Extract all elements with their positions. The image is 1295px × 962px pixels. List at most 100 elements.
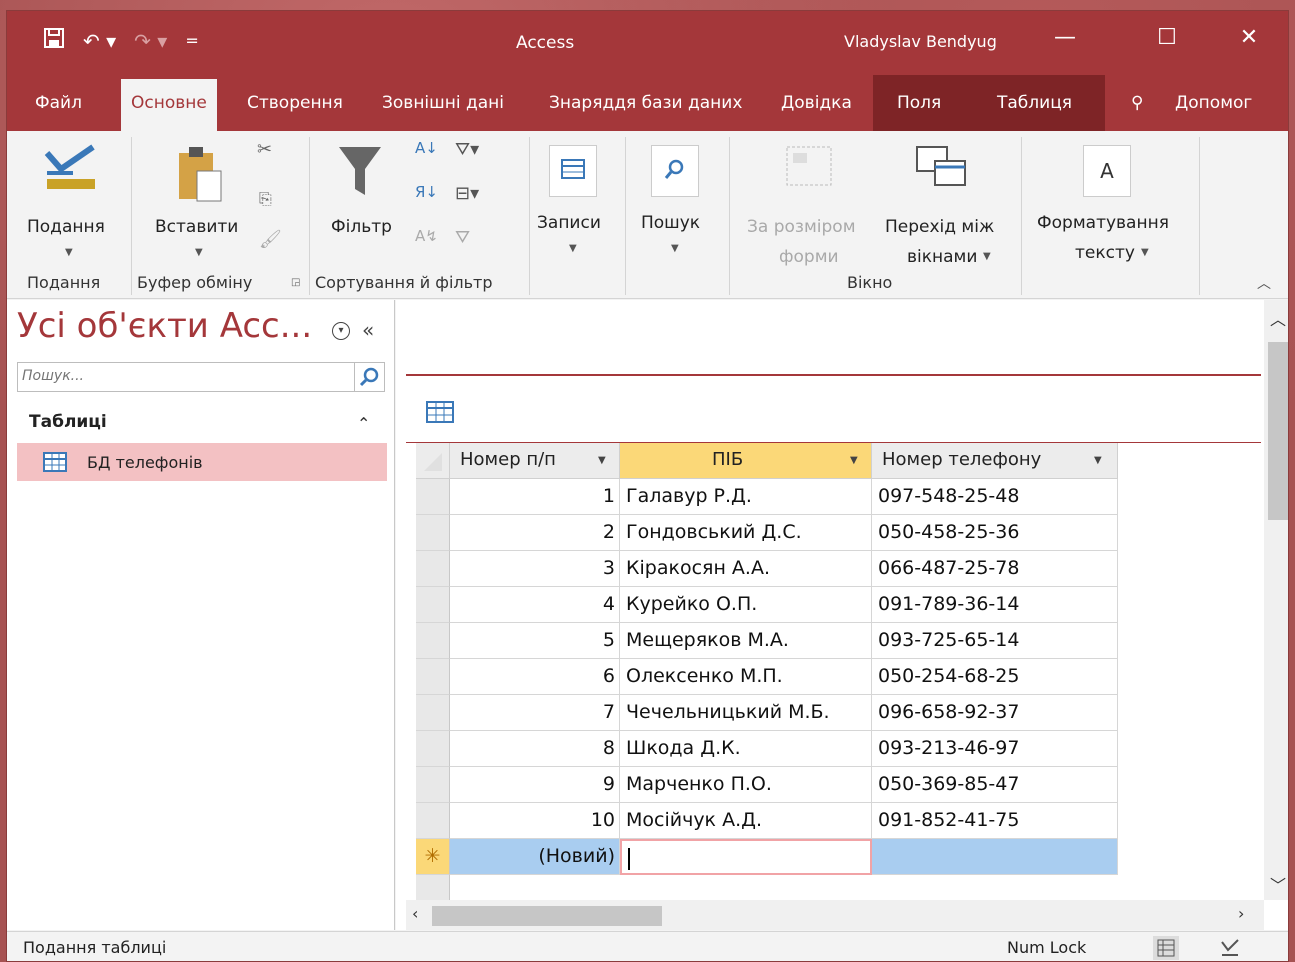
- tell-me-search-icon[interactable]: ⚲: [1131, 93, 1143, 113]
- cell-phone[interactable]: 093-213-46-97: [872, 731, 1118, 767]
- cell-phone[interactable]: 091-789-36-14: [872, 587, 1118, 623]
- column-header-name[interactable]: ПІБ ▼: [620, 443, 872, 479]
- tell-me-box[interactable]: Допомог: [1175, 93, 1252, 113]
- tab-home[interactable]: Основне: [121, 79, 217, 131]
- column-filter-dropdown-icon[interactable]: ▼: [850, 455, 858, 466]
- nav-pane-title[interactable]: Усі об'єкти Acc...: [17, 306, 312, 346]
- row-selector[interactable]: [416, 479, 450, 515]
- cell-id[interactable]: 10: [450, 803, 620, 839]
- cell-id[interactable]: 7: [450, 695, 620, 731]
- row-selector[interactable]: [416, 551, 450, 587]
- tab-create[interactable]: Створення: [247, 93, 343, 113]
- cell-phone[interactable]: 050-254-68-25: [872, 659, 1118, 695]
- cell-name[interactable]: Галавур Р.Д.: [620, 479, 872, 515]
- tab-table[interactable]: Таблиця: [997, 93, 1072, 113]
- row-selector[interactable]: [416, 767, 450, 803]
- cell-id-new[interactable]: (Новий): [450, 839, 620, 875]
- advanced-filter-icon[interactable]: ⊟▾: [455, 183, 479, 204]
- cell-phone[interactable]: 066-487-25-78: [872, 551, 1118, 587]
- row-selector[interactable]: [416, 803, 450, 839]
- copy-icon[interactable]: ⎘: [259, 189, 272, 209]
- cell-id[interactable]: 4: [450, 587, 620, 623]
- cell-id[interactable]: 5: [450, 623, 620, 659]
- clipboard-launcher-icon[interactable]: ◲: [291, 277, 300, 288]
- cell-name[interactable]: Мещеряков М.А.: [620, 623, 872, 659]
- cell-phone[interactable]: 050-458-25-36: [872, 515, 1118, 551]
- cell-name[interactable]: Шкода Д.К.: [620, 731, 872, 767]
- cell-id[interactable]: 2: [450, 515, 620, 551]
- row-selector[interactable]: [416, 731, 450, 767]
- cell-phone-new[interactable]: [872, 839, 1118, 875]
- cell-name[interactable]: Мосійчук А.Д.: [620, 803, 872, 839]
- cell-phone[interactable]: 050-369-85-47: [872, 767, 1118, 803]
- document-tab-divider: [406, 374, 1261, 376]
- scroll-right-icon[interactable]: ›: [1238, 904, 1244, 923]
- selection-filter-icon[interactable]: ⛛▾: [455, 139, 479, 160]
- sort-ascending-icon[interactable]: A↓: [415, 139, 438, 157]
- remove-sort-icon[interactable]: A↯: [415, 227, 438, 245]
- cell-id[interactable]: 3: [450, 551, 620, 587]
- undo-icon[interactable]: ↶ ▾: [83, 29, 116, 53]
- nav-item-phone-db[interactable]: БД телефонів: [17, 443, 387, 481]
- horizontal-scrollbar[interactable]: ‹: [406, 900, 1264, 930]
- scroll-down-icon[interactable]: ﹀: [1270, 872, 1286, 896]
- nav-group-tables[interactable]: Таблиці: [29, 412, 107, 432]
- shutter-bar-icon[interactable]: «: [362, 318, 374, 342]
- minimize-button[interactable]: —: [1045, 25, 1085, 50]
- tab-help[interactable]: Довідка: [781, 93, 852, 113]
- cell-id[interactable]: 9: [450, 767, 620, 803]
- tab-fields[interactable]: Поля: [897, 93, 941, 113]
- cell-phone[interactable]: 096-658-92-37: [872, 695, 1118, 731]
- close-button[interactable]: ✕: [1229, 25, 1269, 50]
- collapse-ribbon-icon[interactable]: ︿: [1257, 273, 1271, 293]
- row-selector[interactable]: [416, 515, 450, 551]
- cell-name[interactable]: Кіракосян А.А.: [620, 551, 872, 587]
- save-icon[interactable]: [43, 27, 65, 54]
- scroll-up-icon[interactable]: ︿: [1270, 306, 1286, 330]
- cell-name[interactable]: Гондовський Д.С.: [620, 515, 872, 551]
- nav-search-input[interactable]: [22, 368, 352, 384]
- column-header-id[interactable]: Номер п/п ▼: [450, 443, 620, 479]
- format-painter-icon[interactable]: 🖌: [259, 229, 282, 250]
- tab-file[interactable]: Файл: [35, 93, 82, 113]
- cell-id[interactable]: 6: [450, 659, 620, 695]
- group-views-label: Подання: [27, 273, 101, 292]
- maximize-button[interactable]: ☐: [1147, 25, 1187, 50]
- scroll-left-icon[interactable]: ‹: [412, 904, 418, 923]
- sort-descending-icon[interactable]: Я↓: [415, 183, 438, 201]
- vertical-scrollbar[interactable]: ︿ ﹀: [1264, 300, 1288, 900]
- cell-name[interactable]: Олексенко М.П.: [620, 659, 872, 695]
- chevron-up-icon[interactable]: ⌃: [357, 414, 370, 433]
- cut-icon[interactable]: ✂: [257, 139, 272, 160]
- cell-name[interactable]: Курейко О.П.: [620, 587, 872, 623]
- column-header-phone[interactable]: Номер телефону ▼: [872, 443, 1118, 479]
- redo-icon[interactable]: ↷ ▾: [134, 29, 167, 53]
- design-view-button[interactable]: [1217, 936, 1243, 960]
- select-all-corner[interactable]: [416, 443, 450, 479]
- nav-search-button[interactable]: [354, 363, 384, 391]
- row-selector[interactable]: [416, 587, 450, 623]
- row-selector[interactable]: [416, 695, 450, 731]
- datasheet-view-button[interactable]: [1153, 936, 1179, 960]
- horizontal-scroll-thumb[interactable]: [432, 906, 662, 926]
- column-filter-dropdown-icon[interactable]: ▼: [1094, 455, 1102, 466]
- user-name[interactable]: Vladyslav Bendyug: [844, 32, 997, 51]
- row-selector[interactable]: [416, 623, 450, 659]
- cell-phone[interactable]: 093-725-65-14: [872, 623, 1118, 659]
- cell-id[interactable]: 8: [450, 731, 620, 767]
- cell-name[interactable]: Чечельницький М.Б.: [620, 695, 872, 731]
- cell-phone[interactable]: 091-852-41-75: [872, 803, 1118, 839]
- tab-external-data[interactable]: Зовнішні дані: [382, 93, 504, 113]
- customize-qat-icon[interactable]: =: [185, 31, 198, 50]
- cell-name[interactable]: Марченко П.О.: [620, 767, 872, 803]
- cell-phone[interactable]: 097-548-25-48: [872, 479, 1118, 515]
- row-selector[interactable]: [416, 659, 450, 695]
- nav-menu-icon[interactable]: ▾: [332, 322, 350, 340]
- toggle-filter-icon[interactable]: ⛛: [455, 227, 470, 248]
- cell-name-new[interactable]: [620, 839, 872, 875]
- new-record-marker-icon[interactable]: ✳: [416, 839, 450, 875]
- tab-database-tools[interactable]: Знаряддя бази даних: [549, 93, 742, 113]
- column-filter-dropdown-icon[interactable]: ▼: [598, 455, 606, 466]
- vertical-scroll-thumb[interactable]: [1268, 342, 1288, 520]
- cell-id[interactable]: 1: [450, 479, 620, 515]
